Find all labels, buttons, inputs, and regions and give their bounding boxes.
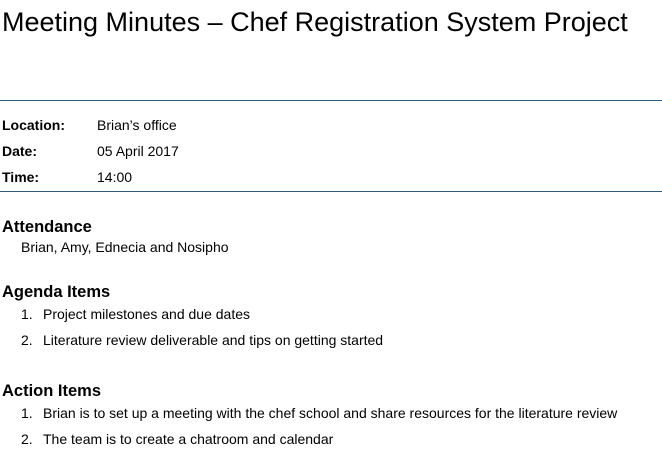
divider-bottom [0,191,662,192]
page-title: Meeting Minutes – Chef Registration Syst… [2,7,628,37]
list-item: 1. Project milestones and due dates [0,301,383,327]
list-item: 2. Literature review deliverable and tip… [0,327,383,353]
divider-top [0,100,662,101]
list-number: 1. [21,306,33,322]
action-items-heading: Action Items [2,382,102,400]
location-label: Location: [2,117,65,133]
location-value: Brian’s office [97,117,177,133]
list-item: 2. The team is to create a chatroom and … [0,426,617,452]
list-item: 1. Brian is to set up a meeting with the… [0,400,617,426]
agenda-list: 1. Project milestones and due dates 2. L… [0,301,383,353]
list-number: 2. [21,431,33,447]
list-item-text: Literature review deliverable and tips o… [43,332,384,348]
time-value: 14:00 [97,169,133,185]
date-value: 05 April 2017 [97,143,179,159]
attendance-list: Brian, Amy, Ednecia and Nosipho [21,239,229,255]
action-items-list: 1. Brian is to set up a meeting with the… [0,400,617,452]
list-item-text: The team is to create a chatroom and cal… [43,431,334,447]
list-number: 2. [21,332,33,348]
date-label: Date: [2,143,38,159]
time-label: Time: [2,169,40,185]
list-number: 1. [21,405,33,421]
location-row: Location: Brian’s office [2,112,179,138]
meeting-details: Location: Brian’s office Date: 05 April … [2,112,179,190]
list-item-text: Brian is to set up a meeting with the ch… [43,405,618,421]
date-row: Date: 05 April 2017 [2,138,179,164]
agenda-heading: Agenda Items [2,283,111,301]
list-item-text: Project milestones and due dates [43,306,251,322]
time-row: Time: 14:00 [2,164,179,190]
attendance-heading: Attendance [2,218,92,236]
